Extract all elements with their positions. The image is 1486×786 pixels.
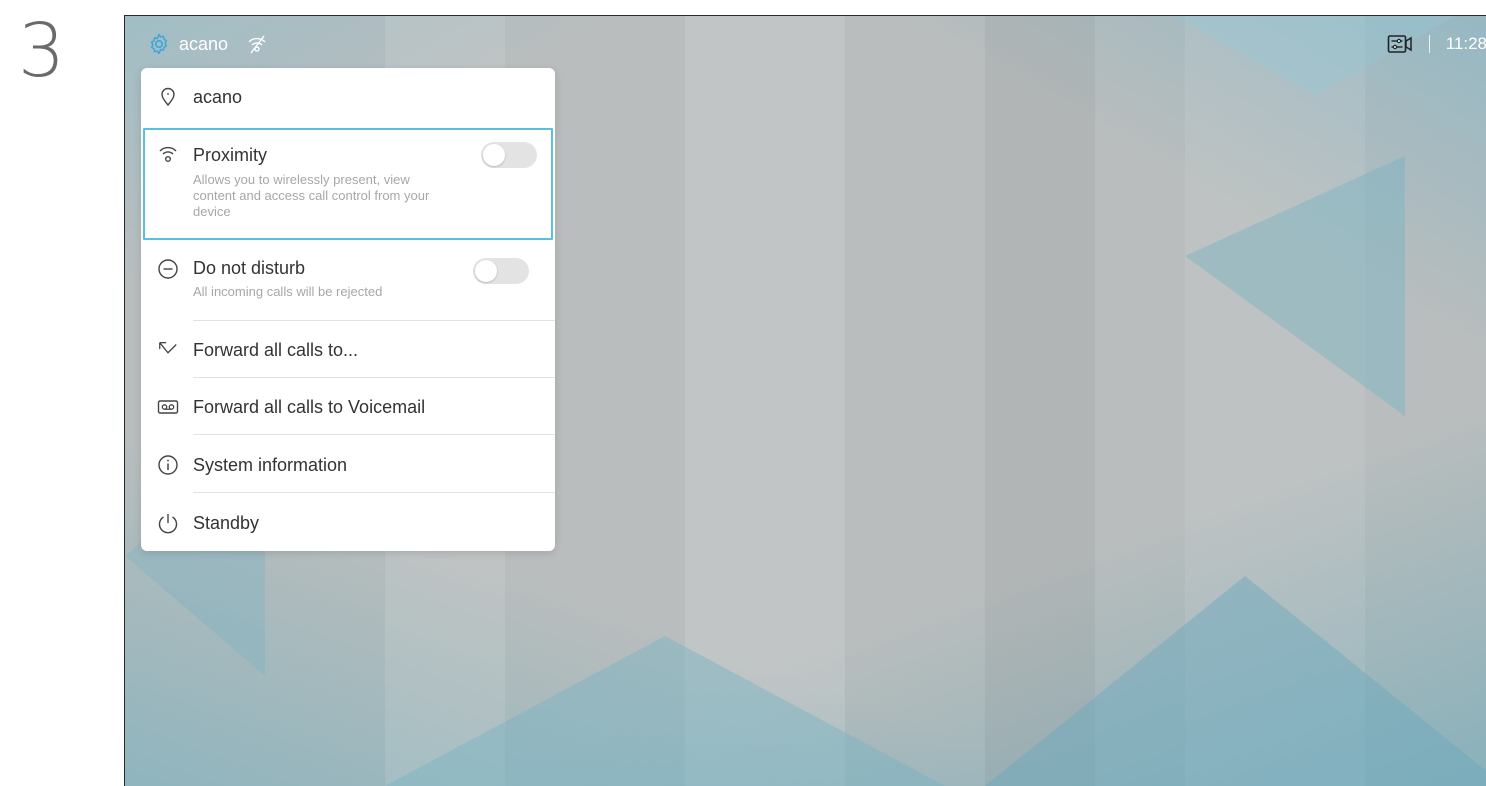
minus-circle-icon	[158, 259, 178, 279]
voicemail-icon	[157, 400, 179, 414]
separator	[1428, 35, 1430, 53]
location-pin-icon	[161, 87, 175, 107]
power-icon	[158, 514, 178, 534]
menu-item-forward-voicemail[interactable]: Forward all calls to Voicemail	[141, 378, 555, 435]
system-menu-button[interactable]: acano	[147, 30, 270, 58]
toggle-knob	[475, 260, 497, 282]
camera-settings-icon[interactable]	[1387, 33, 1413, 55]
system-menu-panel: acano Proximity Allows you to wirelessly…	[141, 68, 555, 551]
menu-item-standby[interactable]: Standby	[141, 493, 555, 551]
location-label: acano	[193, 87, 243, 107]
system-information-label: System information	[193, 455, 348, 475]
forward-calls-label: Forward all calls to...	[193, 340, 359, 360]
forward-voicemail-label: Forward all calls to Voicemail	[193, 397, 426, 417]
gear-icon	[150, 33, 168, 55]
do-not-disturb-label: Do not disturb	[193, 258, 306, 278]
focus-outline	[143, 128, 553, 240]
step-number: 3	[18, 8, 66, 94]
info-icon	[158, 455, 178, 475]
proximity-off-icon	[248, 35, 266, 54]
menu-item-do-not-disturb[interactable]: Do not disturb All incoming calls will b…	[141, 242, 555, 321]
clock: 11:28	[1445, 34, 1486, 53]
location-row: acano	[141, 68, 555, 125]
menu-item-system-information[interactable]: System information	[141, 435, 555, 493]
device-screen: acano 11:28 acano Proximity Allows you t…	[124, 15, 1486, 786]
forward-arrow-icon	[159, 342, 177, 354]
do-not-disturb-description: All incoming calls will be rejected	[193, 284, 383, 299]
standby-label: Standby	[193, 513, 260, 533]
status-area: 11:28	[1387, 30, 1486, 58]
system-name: acano	[179, 33, 229, 54]
menu-item-forward-calls[interactable]: Forward all calls to...	[141, 321, 555, 378]
do-not-disturb-toggle[interactable]	[473, 258, 529, 284]
